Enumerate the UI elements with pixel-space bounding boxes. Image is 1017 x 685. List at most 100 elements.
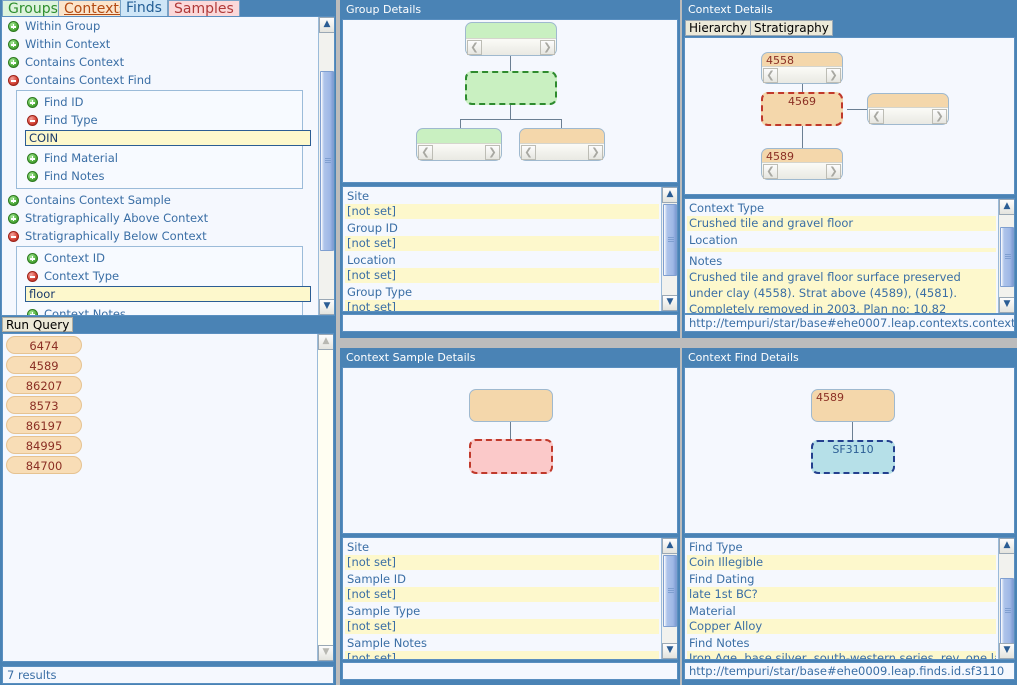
subtab-stratigraphy[interactable]: Stratigraphy	[750, 20, 833, 36]
scrollbar-thumb[interactable]	[320, 71, 334, 251]
criteria-context-id[interactable]: Context ID	[17, 249, 302, 267]
nav-left-icon[interactable]: ❮	[467, 40, 482, 55]
find-fields-scroll-area: Find Type Coin Illegible Find Dating lat…	[685, 538, 998, 659]
find-fields-scrollbar[interactable]: ▲ ▼	[998, 538, 1014, 659]
scroll-up-icon[interactable]: ▲	[662, 538, 677, 554]
find-type-input[interactable]	[25, 130, 311, 146]
criteria-within-context[interactable]: Within Context	[2, 35, 317, 53]
nav-right-icon[interactable]: ❯	[588, 145, 603, 160]
graph-node-group-child-1[interactable]: ❮ ❯	[416, 128, 502, 161]
field-value: Copper Alloy	[687, 619, 996, 634]
graph-node-find-sf3110-selected[interactable]: SF3110	[811, 440, 895, 474]
criteria-find-type[interactable]: Find Type	[17, 111, 302, 129]
criteria-find-material[interactable]: Find Material	[17, 149, 302, 167]
graph-node-context-4589[interactable]: 4589 ❮ ❯	[761, 148, 843, 180]
criteria-contains-context-find[interactable]: Contains Context Find	[2, 71, 317, 89]
scrollbar-thumb[interactable]	[1000, 227, 1014, 287]
group-fields-scrollbar[interactable]: ▲ ▼	[661, 187, 677, 311]
graph-node-group-child-2[interactable]: ❮ ❯	[519, 128, 605, 161]
criteria-strat-above-context[interactable]: Stratigraphically Above Context	[2, 209, 317, 227]
results-panel: 6474 4589 86207 8573 86197 84995 84700 ▲…	[0, 332, 336, 685]
plus-icon[interactable]	[27, 153, 38, 164]
minus-icon[interactable]	[8, 75, 19, 86]
nav-left-icon[interactable]: ❮	[418, 145, 433, 160]
plus-icon[interactable]	[8, 39, 19, 50]
tab-samples[interactable]: Samples	[168, 0, 240, 17]
scroll-down-icon[interactable]: ▼	[999, 297, 1014, 313]
nav-left-icon[interactable]: ❮	[521, 145, 536, 160]
criteria-strat-below-context[interactable]: Stratigraphically Below Context	[2, 227, 317, 245]
scrollbar-thumb[interactable]	[663, 555, 677, 627]
results-scrollbar[interactable]: ▲ ▼	[317, 334, 333, 661]
scroll-up-icon[interactable]: ▲	[999, 538, 1014, 554]
group-details-url	[342, 314, 678, 332]
criteria-label: Within Group	[25, 19, 101, 33]
scrollbar-thumb[interactable]	[1000, 578, 1014, 644]
plus-icon[interactable]	[27, 253, 38, 264]
criteria-contains-context-sample[interactable]: Contains Context Sample	[2, 191, 317, 209]
scroll-up-icon[interactable]: ▲	[319, 17, 334, 33]
nav-right-icon[interactable]: ❯	[932, 109, 947, 124]
query-tree-scrollbar[interactable]: ▲ ▼	[318, 17, 334, 315]
context-sample-graph	[342, 367, 678, 534]
plus-icon[interactable]	[27, 309, 38, 315]
plus-icon[interactable]	[8, 57, 19, 68]
context-fields-scrollbar[interactable]: ▲ ▼	[998, 199, 1014, 313]
criteria-find-notes[interactable]: Find Notes	[17, 167, 302, 185]
sample-fields-scrollbar[interactable]: ▲ ▼	[661, 538, 677, 659]
field-value: Iron Age, base silver, south-western ser…	[687, 651, 996, 659]
criteria-within-group[interactable]: Within Group	[2, 17, 317, 35]
nav-left-icon[interactable]: ❮	[763, 164, 778, 179]
result-item[interactable]: 84700	[6, 456, 82, 474]
minus-icon[interactable]	[8, 231, 19, 242]
nav-right-icon[interactable]: ❯	[826, 164, 841, 179]
run-query-button[interactable]: Run Query	[2, 317, 74, 332]
plus-icon[interactable]	[8, 195, 19, 206]
scroll-down-icon[interactable]: ▼	[318, 645, 333, 661]
nav-right-icon[interactable]: ❯	[826, 68, 841, 83]
nav-left-icon[interactable]: ❮	[869, 109, 884, 124]
result-item[interactable]: 86197	[6, 416, 82, 434]
graph-node-sample-parent[interactable]	[469, 389, 553, 422]
graph-node-group-top[interactable]: ❮ ❯	[465, 22, 557, 56]
field-label: Location	[689, 233, 738, 247]
subtab-hierarchy[interactable]: Hierarchy	[685, 20, 752, 36]
scroll-down-icon[interactable]: ▼	[662, 643, 677, 659]
scroll-up-icon[interactable]: ▲	[662, 187, 677, 203]
result-item[interactable]: 4589	[6, 356, 82, 374]
tab-groups[interactable]: Groups	[2, 0, 64, 17]
criteria-contains-context[interactable]: Contains Context	[2, 53, 317, 71]
nav-right-icon[interactable]: ❯	[485, 145, 500, 160]
criteria-context-notes[interactable]: Context Notes	[17, 305, 302, 315]
plus-icon[interactable]	[8, 213, 19, 224]
nav-left-icon[interactable]: ❮	[763, 68, 778, 83]
criteria-context-type[interactable]: Context Type	[17, 267, 302, 285]
plus-icon[interactable]	[27, 97, 38, 108]
scroll-up-icon[interactable]: ▲	[318, 334, 333, 350]
graph-node-context-4569-selected[interactable]: 4569	[761, 92, 843, 126]
context-details-url[interactable]: http://tempuri/star/base#ehe0007.leap.co…	[684, 314, 1015, 332]
plus-icon[interactable]	[27, 171, 38, 182]
nav-right-icon[interactable]: ❯	[540, 40, 555, 55]
scrollbar-thumb[interactable]	[663, 204, 677, 276]
scroll-down-icon[interactable]: ▼	[999, 643, 1014, 659]
result-item[interactable]: 6474	[6, 336, 82, 354]
minus-icon[interactable]	[27, 271, 38, 282]
graph-node-find-context-4589[interactable]: 4589	[811, 389, 895, 422]
result-item[interactable]: 8573	[6, 396, 82, 414]
plus-icon[interactable]	[8, 21, 19, 32]
criteria-find-id[interactable]: Find ID	[17, 93, 302, 111]
graph-node-context-4558[interactable]: 4558 ❮ ❯	[761, 52, 843, 84]
graph-node-sample-selected[interactable]	[469, 439, 553, 474]
scroll-up-icon[interactable]: ▲	[999, 199, 1014, 215]
scroll-down-icon[interactable]: ▼	[662, 295, 677, 311]
result-item[interactable]: 84995	[6, 436, 82, 454]
context-type-input[interactable]	[25, 286, 311, 302]
minus-icon[interactable]	[27, 115, 38, 126]
scroll-down-icon[interactable]: ▼	[319, 299, 334, 315]
graph-node-context-related[interactable]: ❮ ❯	[867, 93, 949, 125]
tab-finds[interactable]: Finds	[120, 0, 168, 17]
result-item[interactable]: 86207	[6, 376, 82, 394]
context-find-details-url[interactable]: http://tempuri/star/base#ehe0009.leap.fi…	[684, 662, 1015, 680]
graph-node-group-selected[interactable]	[465, 71, 557, 105]
